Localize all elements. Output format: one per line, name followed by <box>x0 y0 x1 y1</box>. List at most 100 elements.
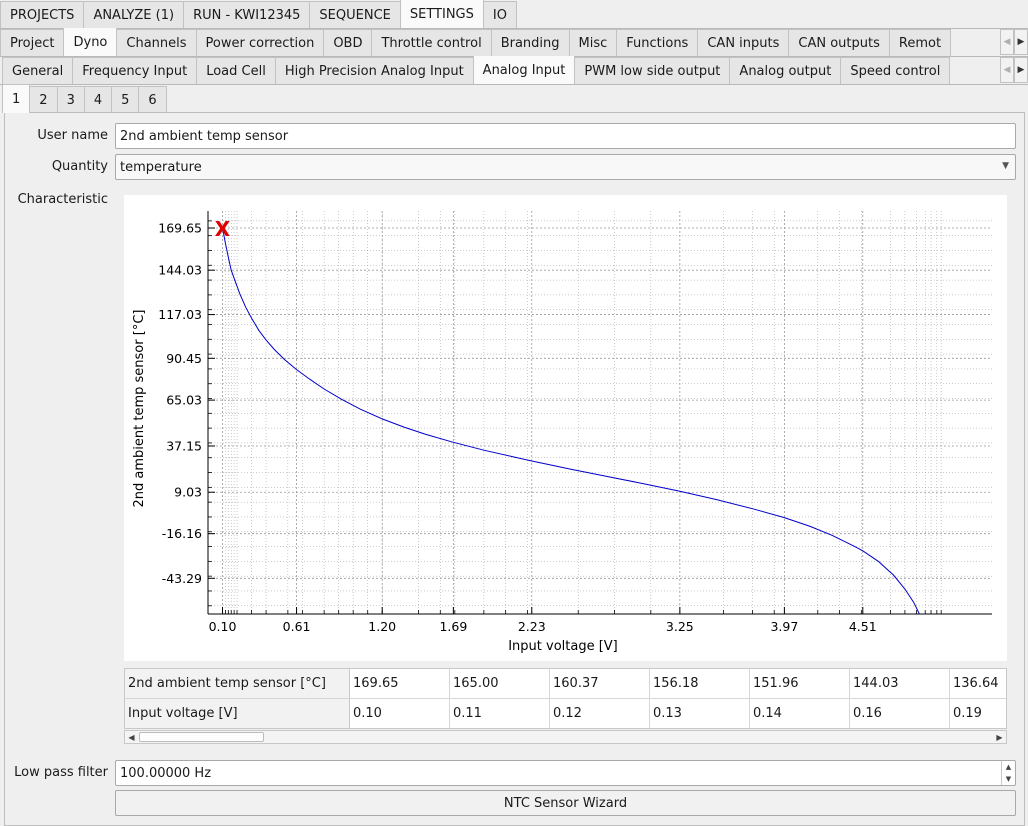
table-cell[interactable]: 0.13 <box>650 699 750 728</box>
table-cell[interactable]: 0.19 <box>950 699 1006 728</box>
x-tick-label: 0.61 <box>283 619 311 634</box>
table-cell[interactable]: 0.11 <box>450 699 550 728</box>
x-tick-label: 3.25 <box>666 619 694 634</box>
table-cell[interactable]: 156.18 <box>650 669 750 699</box>
y-tick-label: -16.16 <box>162 526 202 541</box>
table-row-header: 2nd ambient temp sensor [°C] <box>125 669 350 699</box>
tab-obd[interactable]: OBD <box>323 29 373 56</box>
user-name-field[interactable]: 2nd ambient temp sensor <box>115 123 1016 149</box>
table-cell[interactable]: 144.03 <box>850 669 950 699</box>
table-cell[interactable]: 0.14 <box>750 699 850 728</box>
tab-analyze-1[interactable]: ANALYZE (1) <box>83 1 185 28</box>
tab-sequence[interactable]: SEQUENCE <box>309 1 401 28</box>
table-cell[interactable]: 151.96 <box>750 669 850 699</box>
tab-functions[interactable]: Functions <box>616 29 699 56</box>
x-tick-label: 4.51 <box>849 619 877 634</box>
chevron-down-icon[interactable]: ▼ <box>1002 773 1015 785</box>
characteristic-chart-svg: 0.10 0.61 1.20 1.69 2.23 3.25 3.97 4.51 169.65 14… <box>132 211 992 654</box>
tab-settings[interactable]: SETTINGS <box>399 0 484 28</box>
characteristic-label: Characteristic <box>17 192 108 207</box>
x-tick-label: 1.20 <box>368 619 396 634</box>
dyno-tab-bar: General Frequency Input Load Cell High Prec… <box>0 56 1028 85</box>
low-pass-filter-spinbox[interactable]: 100.00000 Hz ▲ ▼ <box>115 760 1016 786</box>
tab-throttle-control[interactable]: Throttle control <box>371 29 492 56</box>
scroll-right-icon[interactable]: ▶ <box>993 731 1006 743</box>
scrollbar-thumb[interactable] <box>139 732 264 742</box>
main-tab-bar: PROJECTS ANALYZE (1) RUN - KWI12345 SEQUENC… <box>0 0 1028 29</box>
y-tick-label: 144.03 <box>158 263 202 278</box>
scroll-left-icon[interactable]: ◀ <box>125 731 138 743</box>
table-row: 2nd ambient temp sensor [°C] 169.65 165.00… <box>125 669 1006 699</box>
table-horizontal-scrollbar[interactable]: ◀ ▶ <box>124 730 1007 744</box>
table-cell[interactable]: 160.37 <box>550 669 650 699</box>
tab-io[interactable]: IO <box>482 1 517 28</box>
x-marker-icon: X <box>215 217 231 241</box>
tab-frequency-input[interactable]: Frequency Input <box>72 57 198 84</box>
table-row: Input voltage [V] 0.10 0.11 0.12 0.13 0.14 0.1… <box>125 699 1006 728</box>
y-axis-label: 2nd ambient temp sensor [°C] <box>132 310 147 508</box>
tab-high-precision-analog-input[interactable]: High Precision Analog Input <box>274 57 474 84</box>
x-tick-label: 0.10 <box>209 619 237 634</box>
tab-general[interactable]: General <box>2 57 74 84</box>
characteristic-curve <box>222 227 920 614</box>
chevron-up-icon[interactable]: ▲ <box>1002 761 1015 773</box>
x-tick-label: 2.23 <box>518 619 546 634</box>
tab-remot[interactable]: Remot <box>888 29 952 56</box>
y-tick-label: 169.65 <box>158 221 202 236</box>
table-row-header: Input voltage [V] <box>125 699 350 728</box>
tab-scroll-buttons: ◀ ▶ <box>1000 28 1028 56</box>
settings-tab-bar: Project Dyno Channels Power correction OBD Th… <box>0 28 1028 57</box>
table-cell[interactable]: 0.10 <box>350 699 450 728</box>
table-cell[interactable]: 165.00 <box>450 669 550 699</box>
tab-branding[interactable]: Branding <box>490 29 570 56</box>
chevron-right-icon[interactable]: ▶ <box>1014 57 1028 83</box>
table-cell[interactable]: 0.16 <box>850 699 950 728</box>
tab-speed-control[interactable]: Speed control <box>840 57 951 84</box>
quantity-select[interactable]: temperature ▼ <box>115 154 1016 180</box>
y-tick-label: 65.03 <box>166 393 202 408</box>
tab-run-kwi12345[interactable]: RUN - KWI12345 <box>183 1 311 28</box>
low-pass-filter-label: Low pass filter <box>14 765 108 780</box>
tab-channel-1[interactable]: 1 <box>2 84 31 113</box>
tab-channels[interactable]: Channels <box>116 29 197 56</box>
table-cell[interactable]: 0.12 <box>550 699 650 728</box>
chevron-down-icon: ▼ <box>1002 161 1009 171</box>
user-name-value: 2nd ambient temp sensor <box>120 128 289 144</box>
chevron-left-icon[interactable]: ◀ <box>1000 29 1014 55</box>
tab-pwm-low-side-output[interactable]: PWM low side output <box>574 57 731 84</box>
tab-load-cell[interactable]: Load Cell <box>196 57 276 84</box>
tab-channel-6[interactable]: 6 <box>138 86 167 113</box>
tab-channel-2[interactable]: 2 <box>29 86 58 113</box>
y-tick-label: 9.03 <box>174 485 202 500</box>
x-tick-label: 3.97 <box>770 619 798 634</box>
tab-can-outputs[interactable]: CAN outputs <box>788 29 890 56</box>
table-cell[interactable]: 169.65 <box>350 669 450 699</box>
tab-can-inputs[interactable]: CAN inputs <box>697 29 790 56</box>
ntc-sensor-wizard-button[interactable]: NTC Sensor Wizard <box>115 790 1016 816</box>
characteristic-chart[interactable]: 0.10 0.61 1.20 1.69 2.23 3.25 3.97 4.51 169.65 14… <box>124 195 1007 661</box>
y-tick-label: 90.45 <box>166 351 202 366</box>
y-tick-label: 37.15 <box>166 438 202 453</box>
tab-project[interactable]: Project <box>0 29 65 56</box>
low-pass-filter-value: 100.00000 Hz <box>120 765 212 781</box>
tab-power-correction[interactable]: Power correction <box>195 29 325 56</box>
tab-projects[interactable]: PROJECTS <box>0 1 85 28</box>
tab-misc[interactable]: Misc <box>568 29 618 56</box>
tab-channel-5[interactable]: 5 <box>111 86 140 113</box>
tab-analog-input[interactable]: Analog Input <box>472 56 576 84</box>
characteristic-table[interactable]: 2nd ambient temp sensor [°C] 169.65 165.00… <box>124 668 1007 729</box>
tab-analog-output[interactable]: Analog output <box>729 57 842 84</box>
y-tick-label: -43.29 <box>162 571 202 586</box>
x-axis-label: Input voltage [V] <box>508 639 618 654</box>
quantity-label: Quantity <box>51 159 108 174</box>
tab-channel-3[interactable]: 3 <box>56 86 85 113</box>
analog-input-panel: User name 2nd ambient temp sensor Quanti… <box>4 112 1025 826</box>
y-tick-label: 117.03 <box>158 307 202 322</box>
chevron-right-icon[interactable]: ▶ <box>1014 29 1028 55</box>
tab-dyno[interactable]: Dyno <box>63 28 118 56</box>
x-tick-label: 1.69 <box>439 619 467 634</box>
chevron-left-icon[interactable]: ◀ <box>1000 57 1014 83</box>
table-cell[interactable]: 136.64 <box>950 669 1006 699</box>
tab-channel-4[interactable]: 4 <box>83 86 113 113</box>
spinbox-stepper[interactable]: ▲ ▼ <box>1001 761 1015 785</box>
